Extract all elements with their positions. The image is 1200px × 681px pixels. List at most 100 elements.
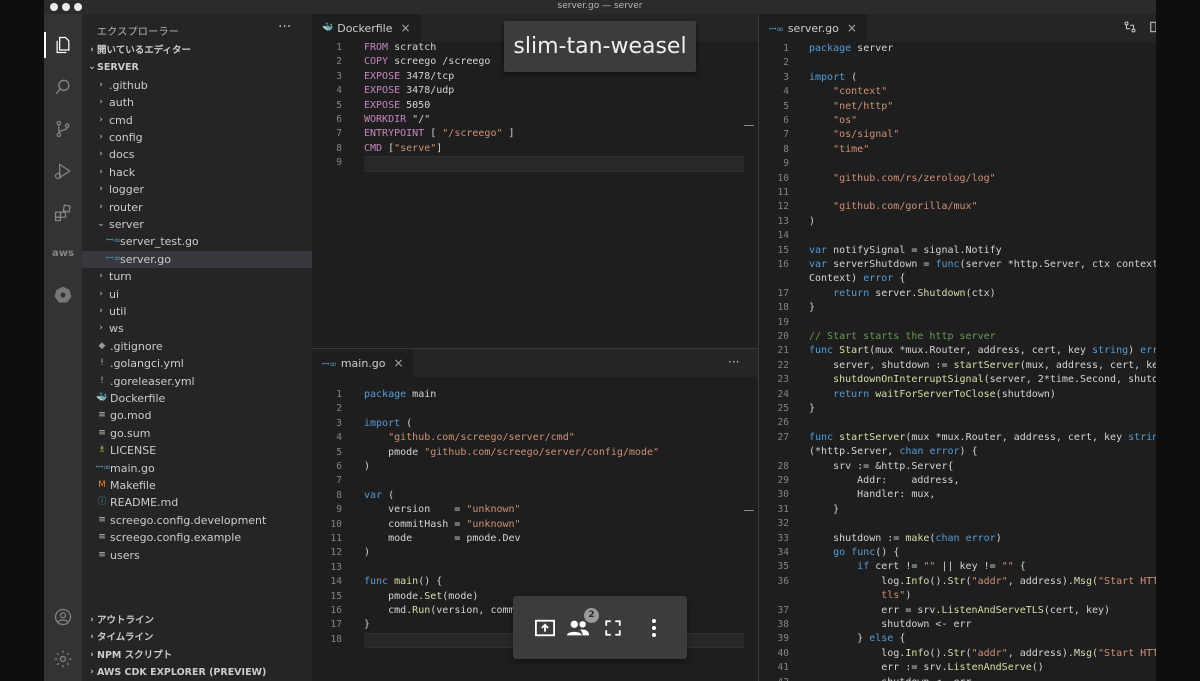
chevron-down-icon[interactable]: ⌄ xyxy=(96,216,106,233)
tree-item-18[interactable]: 🐳 Dockerfile xyxy=(82,390,312,407)
tree-item-19[interactable]: ≡ go.mod xyxy=(82,407,312,424)
tree-item-13[interactable]: › util xyxy=(82,303,312,320)
chevron-right-icon[interactable]: › xyxy=(96,94,106,111)
tree-item-10[interactable]: ꟷ∞ server.go xyxy=(82,250,312,268)
tabbar-servergo: ꟷ∞ server.go × ··· xyxy=(759,14,1156,42)
line-number: 16 xyxy=(330,605,342,616)
tree-item-4[interactable]: › docs xyxy=(82,146,312,163)
section-open-editors[interactable]: › 開いているエディター xyxy=(82,42,312,59)
extensions-icon[interactable] xyxy=(52,202,74,224)
line-number: 9 xyxy=(783,158,789,170)
code-token: if xyxy=(857,561,870,573)
chevron-right-icon[interactable]: › xyxy=(96,320,106,337)
tab-label: server.go xyxy=(787,21,839,35)
chevron-right-icon[interactable]: › xyxy=(96,181,106,198)
tree-item-25[interactable]: ≡ screego.config.development xyxy=(82,512,312,529)
tree-item-5[interactable]: › hack xyxy=(82,164,312,181)
explorer-more-button[interactable]: ··· xyxy=(278,19,291,35)
search-icon[interactable] xyxy=(52,76,74,98)
tab-server-go[interactable]: ꟷ∞ server.go × xyxy=(759,14,867,42)
tree-item-label: go.sum xyxy=(110,426,151,440)
chevron-right-icon[interactable]: › xyxy=(87,629,97,646)
tree-item-21[interactable]: ♗ LICENSE xyxy=(82,442,312,459)
code-token: () xyxy=(1031,662,1044,674)
line-number: 2 xyxy=(336,56,342,68)
section-bottom-2[interactable]: › NPM スクリプト xyxy=(82,647,312,664)
chevron-right-icon[interactable]: › xyxy=(96,129,106,146)
line-number: 10 xyxy=(777,172,789,184)
tree-item-20[interactable]: ≡ go.sum xyxy=(82,425,312,442)
aws-icon[interactable]: aws xyxy=(52,242,74,264)
tree-item-24[interactable]: ⓘ README.md xyxy=(82,494,312,511)
server-go-code[interactable]: 1 package server 2 3 import (4 "context" 5 "n… xyxy=(759,42,1156,681)
tree-item-7[interactable]: › router xyxy=(82,199,312,216)
tab-dockerfile[interactable]: 🐳 Dockerfile × xyxy=(312,14,421,42)
line-number: 32 xyxy=(777,518,789,530)
chevron-right-icon[interactable]: › xyxy=(87,664,97,681)
tree-item-23[interactable]: M Makefile xyxy=(82,477,312,494)
chevron-right-icon[interactable]: › xyxy=(87,42,97,59)
chevron-right-icon[interactable]: › xyxy=(96,164,106,181)
chevron-down-icon[interactable]: ⌄ xyxy=(87,59,97,76)
tree-item-2[interactable]: › cmd xyxy=(82,112,312,129)
code-token: func xyxy=(809,345,834,357)
files-icon[interactable] xyxy=(52,34,74,56)
tree-item-26[interactable]: ≡ screego.config.example xyxy=(82,529,312,546)
code-token: ) { xyxy=(959,446,978,458)
chevron-right-icon[interactable]: › xyxy=(96,303,106,320)
chevron-right-icon[interactable]: › xyxy=(87,647,97,664)
code-line: shutdownOnInterruptSignal(server, 2*time… xyxy=(809,374,1156,385)
section-bottom-1[interactable]: › タイムライン xyxy=(82,629,312,646)
run-debug-icon[interactable] xyxy=(52,160,74,182)
close-icon[interactable]: × xyxy=(401,21,411,35)
code-token: "net/http" xyxy=(833,100,894,112)
tree-item-12[interactable]: › ui xyxy=(82,286,312,303)
tree-item-17[interactable]: ! .goreleaser.yml xyxy=(82,373,312,390)
code-line: return waitForServerToClose(shutdown) xyxy=(809,389,1056,400)
tree-item-27[interactable]: ≡ users xyxy=(82,547,312,564)
compare-changes-icon[interactable] xyxy=(1123,20,1137,37)
chevron-right-icon[interactable]: › xyxy=(96,286,106,303)
tree-item-14[interactable]: › ws xyxy=(82,320,312,337)
tree-item-0[interactable]: › .github xyxy=(82,77,312,94)
tree-item-8[interactable]: ⌄ server xyxy=(82,216,312,233)
section-bottom-3[interactable]: › AWS CDK EXPLORER (PREVIEW) xyxy=(82,664,312,681)
tree-item-16[interactable]: ! .golangci.yml xyxy=(82,355,312,372)
account-icon[interactable] xyxy=(52,606,74,628)
close-icon[interactable]: × xyxy=(394,356,404,370)
section-bottom-0[interactable]: › アウトライン xyxy=(82,612,312,629)
code-line: shutdown <- err xyxy=(809,677,971,681)
share-screen-icon[interactable] xyxy=(533,616,557,640)
more-vertical-icon[interactable] xyxy=(642,616,666,640)
code-line: commitHash = "unknown" xyxy=(364,519,520,530)
line-number: 42 xyxy=(759,677,789,681)
tab-main-go[interactable]: ꟷ∞ main.go × xyxy=(312,349,414,377)
tree-item-22[interactable]: ꟷ∞ main.go xyxy=(82,460,312,477)
tree-item-6[interactable]: › logger xyxy=(82,181,312,198)
chevron-right-icon[interactable]: › xyxy=(87,612,97,629)
split-editor-icon[interactable] xyxy=(1149,20,1156,37)
chevron-right-icon[interactable]: › xyxy=(96,268,106,285)
close-icon[interactable]: × xyxy=(847,21,857,35)
fullscreen-icon[interactable] xyxy=(601,616,625,640)
right-letterbox xyxy=(1156,0,1200,681)
source-control-icon[interactable] xyxy=(52,118,74,140)
section-server[interactable]: ⌄ SERVER xyxy=(82,59,312,76)
chevron-right-icon[interactable]: › xyxy=(96,146,106,163)
chevron-right-icon[interactable]: › xyxy=(96,112,106,129)
code-line: ) xyxy=(364,547,370,558)
tree-item-9[interactable]: ꟷ∞ server_test.go xyxy=(82,233,312,250)
tree-item-3[interactable]: › config xyxy=(82,129,312,146)
tree-item-11[interactable]: › turn xyxy=(82,268,312,285)
gear-icon[interactable] xyxy=(52,648,74,670)
dockerfile-code[interactable]: 1 FROM scratch 2 COPY screego /screego 3 EXPO… xyxy=(312,42,758,348)
more-actions-button[interactable]: ··· xyxy=(728,355,739,369)
tree-item-15[interactable]: ◆ .gitignore xyxy=(82,338,312,355)
line-number: 29 xyxy=(777,475,789,486)
chevron-right-icon[interactable]: › xyxy=(96,199,106,216)
tree-item-label: main.go xyxy=(110,461,155,475)
chevron-right-icon[interactable]: › xyxy=(96,77,106,94)
kubernetes-icon[interactable] xyxy=(52,284,74,306)
tree-item-1[interactable]: › auth xyxy=(82,94,312,111)
